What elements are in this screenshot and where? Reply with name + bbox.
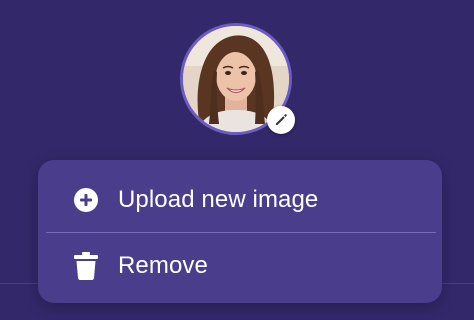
plus-circle-icon: [72, 186, 100, 214]
upload-new-image-menu-item[interactable]: Upload new image: [38, 165, 442, 235]
avatar-options-menu: Upload new image Remove: [38, 160, 442, 303]
pencil-icon: [276, 114, 287, 125]
remove-menu-item[interactable]: Remove: [38, 231, 442, 301]
upload-new-image-label: Upload new image: [118, 186, 319, 213]
profile-avatar-container: [180, 23, 296, 139]
remove-label: Remove: [118, 252, 208, 279]
edit-avatar-button[interactable]: [267, 106, 295, 134]
trash-icon: [72, 252, 100, 280]
